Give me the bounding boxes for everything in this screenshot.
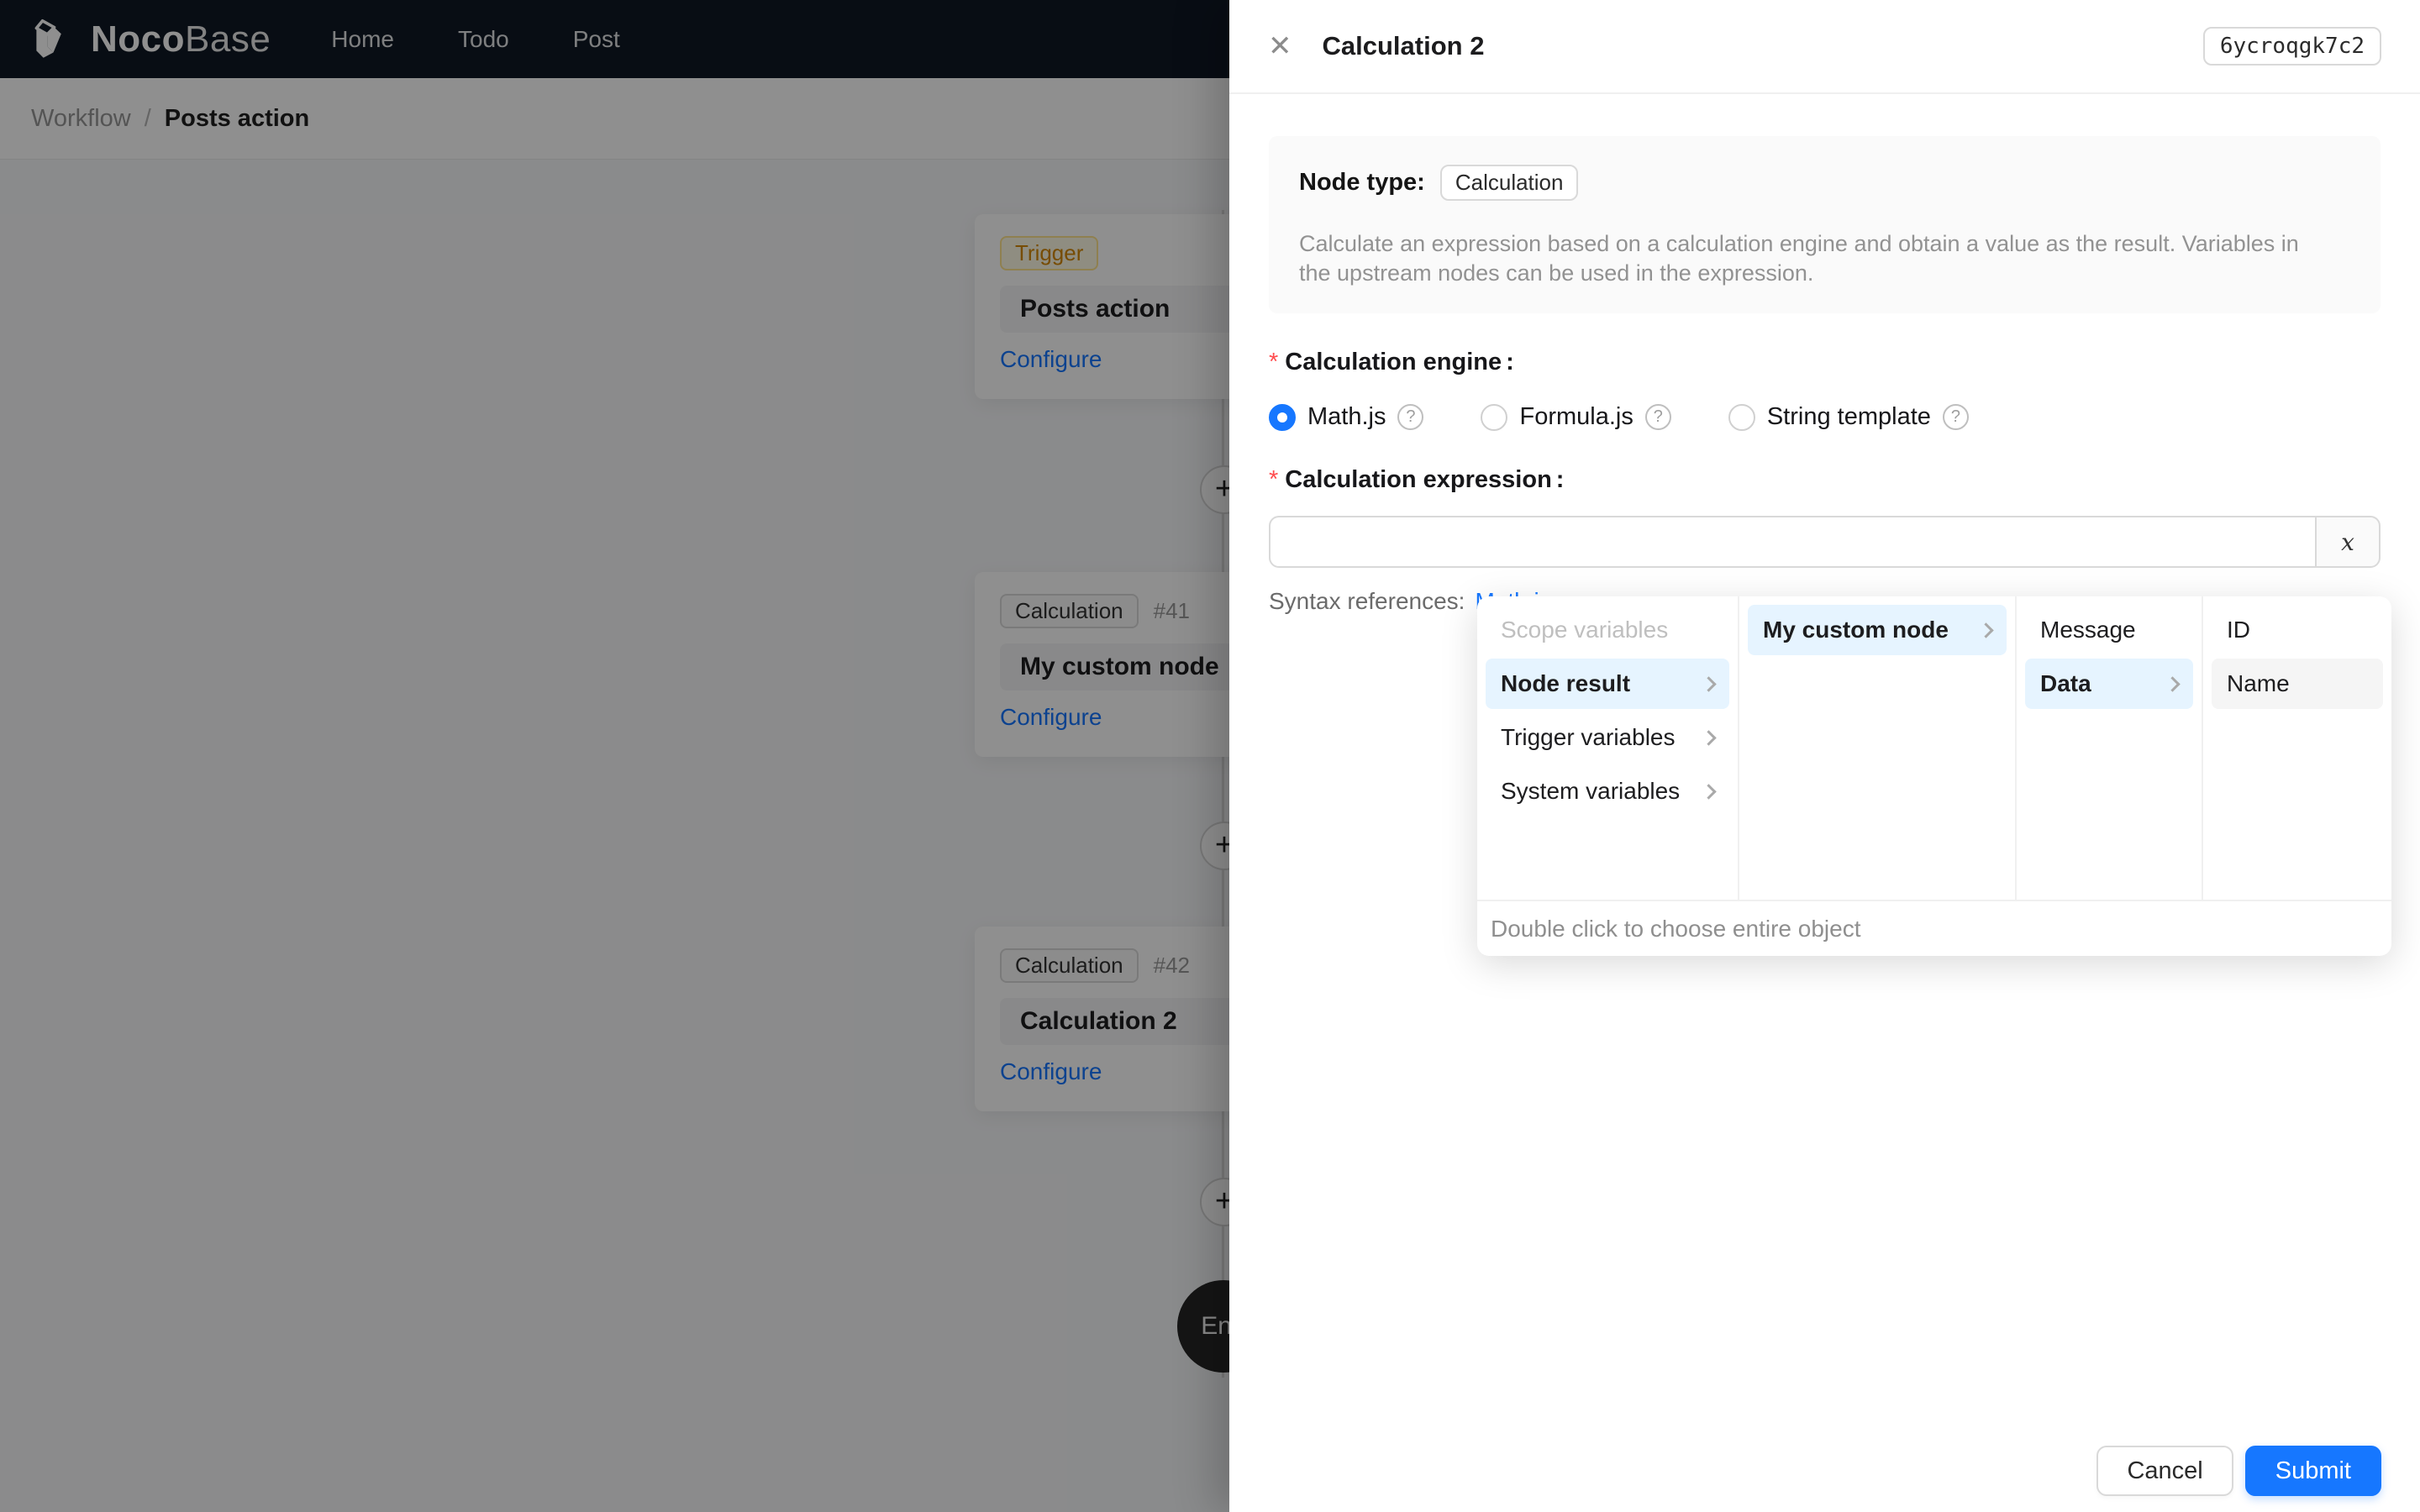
picker-column-2: My custom node (1738, 596, 2015, 900)
help-circle-icon[interactable]: ? (1942, 404, 1969, 430)
picker-item-label: Data (2040, 670, 2091, 696)
chevron-right-icon (1978, 622, 1994, 638)
variable-picker-columns: Scope variables Node result Trigger vari… (1477, 596, 2391, 900)
help-circle-icon[interactable]: ? (1644, 404, 1671, 430)
radio-label-string-template: String template (1766, 403, 1931, 430)
radio-unselected-icon[interactable] (1481, 403, 1508, 431)
syntax-references-label: Syntax references: (1269, 588, 1465, 614)
picker-item-my-custom-node[interactable]: My custom node (1748, 605, 2007, 655)
label-colon: : (1506, 349, 1514, 375)
drawer-body: Node type: Calculation Calculate an expr… (1229, 136, 2420, 615)
drawer-title: Calculation 2 (1322, 31, 1485, 60)
picker-item-id[interactable]: ID (2212, 605, 2383, 655)
expression-input-group: x (1269, 516, 2381, 568)
chevron-right-icon (1701, 783, 1717, 800)
radio-unselected-icon[interactable] (1728, 403, 1755, 431)
picker-item-label: System variables (1501, 778, 1681, 804)
picker-column-1: Scope variables Node result Trigger vari… (1477, 596, 1738, 900)
node-type-panel: Node type: Calculation Calculate an expr… (1269, 136, 2381, 313)
picker-item-scope-variables: Scope variables (1486, 605, 1729, 655)
engine-radio-group: Math.js ? Formula.js ? String template ? (1269, 403, 2381, 431)
drawer-footer: Cancel Submit (2096, 1446, 2381, 1496)
label-colon: : (1555, 466, 1565, 493)
chevron-right-icon (1701, 675, 1717, 692)
variable-picker-popup: Scope variables Node result Trigger vari… (1477, 596, 2391, 956)
node-type-label: Node type: (1299, 169, 1425, 196)
calculation-engine-label: * Calculation engine : (1269, 349, 2381, 376)
drawer-header: ✕ Calculation 2 6ycroqgk7c2 (1229, 0, 2420, 94)
radio-option-string-template[interactable]: String template ? (1728, 403, 1969, 431)
radio-option-mathjs[interactable]: Math.js ? (1269, 403, 1424, 431)
radio-label-formulajs: Formula.js (1519, 403, 1634, 430)
required-asterisk: * (1269, 466, 1279, 493)
radio-option-formulajs[interactable]: Formula.js ? (1481, 403, 1671, 431)
picker-item-message[interactable]: Message (2025, 605, 2193, 655)
chevron-right-icon (2165, 675, 2181, 692)
node-type-description: Calculate an expression based on a calcu… (1299, 229, 2350, 288)
radio-label-mathjs: Math.js (1307, 403, 1386, 430)
picker-item-data[interactable]: Data (2025, 659, 2193, 709)
picker-item-label: ID (2227, 617, 2250, 643)
picker-item-name[interactable]: Name (2212, 659, 2383, 709)
picker-item-system-variables[interactable]: System variables (1486, 766, 1729, 816)
node-id-badge: 6ycroqgk7c2 (2202, 27, 2381, 66)
picker-item-label: Node result (1501, 670, 1631, 696)
picker-footer-hint: Double click to choose entire object (1477, 900, 2391, 956)
picker-item-label: Scope variables (1501, 617, 1669, 643)
calculation-engine-label-text: Calculation engine (1285, 349, 1502, 375)
picker-column-4: ID Name (2202, 596, 2391, 900)
node-type-description-line1: Calculate an expression based on a calcu… (1299, 231, 2299, 256)
cancel-button[interactable]: Cancel (2096, 1446, 2233, 1496)
picker-item-label: Message (2040, 617, 2136, 643)
radio-selected-icon[interactable] (1269, 403, 1296, 431)
calculation-expression-label-text: Calculation expression (1285, 466, 1552, 493)
node-type-description-line2: the upstream nodes can be used in the ex… (1299, 260, 1814, 286)
picker-item-label: My custom node (1763, 617, 1949, 643)
variable-picker-button[interactable]: x (2315, 516, 2381, 568)
expression-input[interactable] (1269, 516, 2315, 568)
page: NocoBase Home Todo Post Workflow / Posts… (0, 0, 2420, 1512)
chevron-right-icon (1701, 729, 1717, 746)
required-asterisk: * (1269, 349, 1279, 375)
drawer-overlay-mask[interactable] (0, 0, 1229, 1512)
calculation-expression-label: * Calculation expression : (1269, 466, 2381, 494)
picker-item-label: Trigger variables (1501, 724, 1676, 750)
node-type-value-tag: Calculation (1439, 165, 1579, 201)
close-icon[interactable]: ✕ (1268, 32, 1292, 60)
picker-column-3: Message Data (2015, 596, 2202, 900)
picker-item-label: Name (2227, 670, 2290, 696)
picker-item-trigger-variables[interactable]: Trigger variables (1486, 712, 1729, 763)
help-circle-icon[interactable]: ? (1397, 404, 1424, 430)
variable-x-icon: x (2341, 528, 2354, 556)
picker-item-node-result[interactable]: Node result (1486, 659, 1729, 709)
submit-button[interactable]: Submit (2244, 1446, 2381, 1496)
